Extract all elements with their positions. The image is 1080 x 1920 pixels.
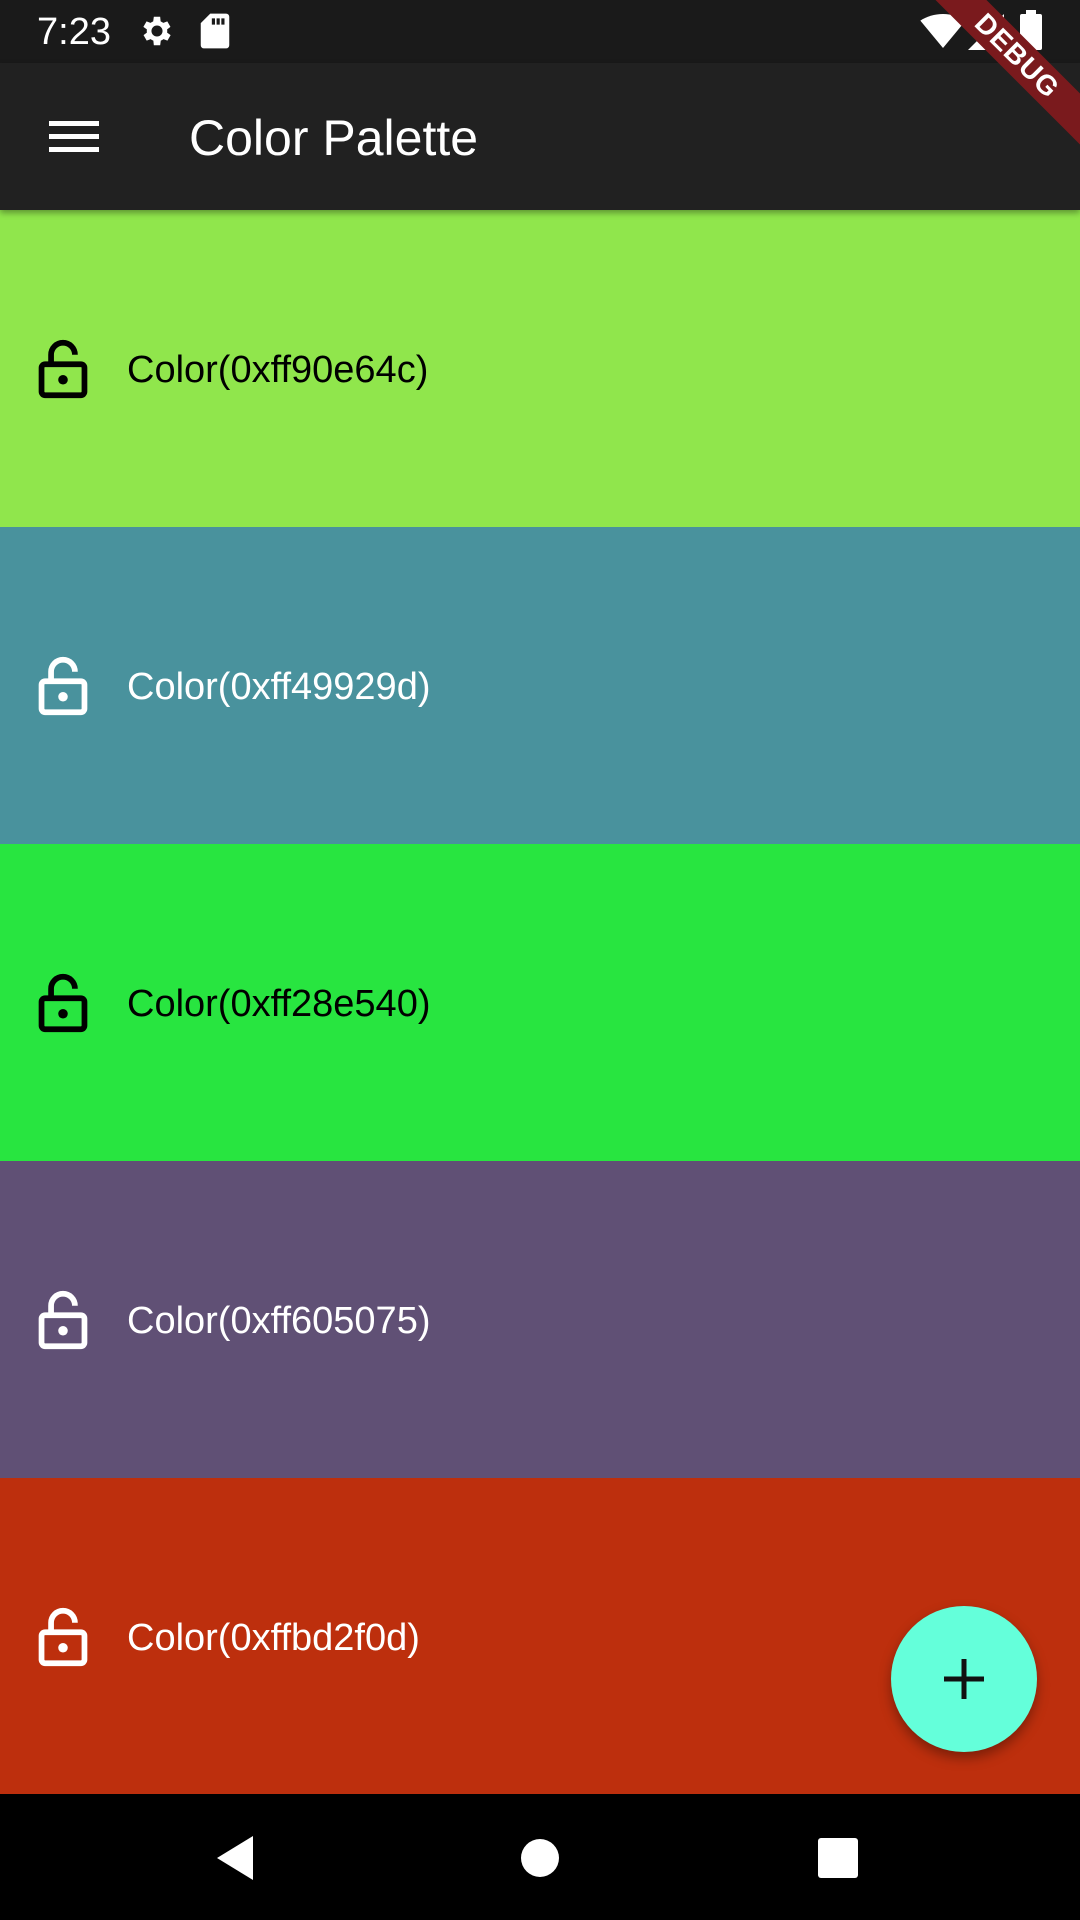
lock-toggle-button[interactable]: [33, 972, 93, 1034]
color-hex-label: Color(0xff49929d): [127, 666, 431, 708]
gear-icon: [138, 12, 176, 55]
status-bar: 7:23: [0, 0, 1080, 63]
color-row[interactable]: Color(0xff28e540): [0, 844, 1080, 1161]
lock-open-icon: [38, 656, 88, 716]
battery-icon: [1020, 10, 1042, 55]
back-button[interactable]: [211, 1831, 265, 1885]
lock-toggle-button[interactable]: [33, 655, 93, 717]
color-palette-list: Color(0xff90e64c) Color(0xff49929d) Colo…: [0, 210, 1080, 1795]
recents-icon: [818, 1838, 858, 1878]
color-hex-label: Color(0xffbd2f0d): [127, 1617, 420, 1659]
status-time: 7:23: [37, 11, 111, 53]
color-row[interactable]: Color(0xff605075): [0, 1161, 1080, 1478]
page-title: Color Palette: [189, 110, 479, 166]
wifi-icon: [920, 14, 966, 53]
plus-icon: [944, 1659, 984, 1699]
menu-icon: [49, 121, 99, 152]
lock-open-icon: [38, 339, 88, 399]
back-icon: [217, 1836, 253, 1880]
menu-button[interactable]: [37, 105, 109, 169]
color-hex-label: Color(0xff28e540): [127, 983, 431, 1025]
lock-toggle-button[interactable]: [33, 1289, 93, 1351]
home-icon: [521, 1839, 559, 1877]
app-bar: Color Palette: [0, 63, 1080, 210]
add-color-button[interactable]: [891, 1606, 1037, 1752]
color-row[interactable]: Color(0xff49929d): [0, 527, 1080, 844]
lock-toggle-button[interactable]: [33, 338, 93, 400]
lock-open-icon: [38, 973, 88, 1033]
lock-open-icon: [38, 1290, 88, 1350]
cell-signal-icon: [968, 14, 1004, 55]
navigation-bar: [0, 1794, 1080, 1920]
sd-card-icon: [198, 12, 232, 55]
lock-toggle-button[interactable]: [33, 1606, 93, 1668]
recents-button[interactable]: [811, 1831, 865, 1885]
color-row[interactable]: Color(0xff90e64c): [0, 210, 1080, 527]
lock-open-icon: [38, 1607, 88, 1667]
color-hex-label: Color(0xff605075): [127, 1300, 431, 1342]
color-hex-label: Color(0xff90e64c): [127, 349, 429, 391]
home-button[interactable]: [513, 1831, 567, 1885]
